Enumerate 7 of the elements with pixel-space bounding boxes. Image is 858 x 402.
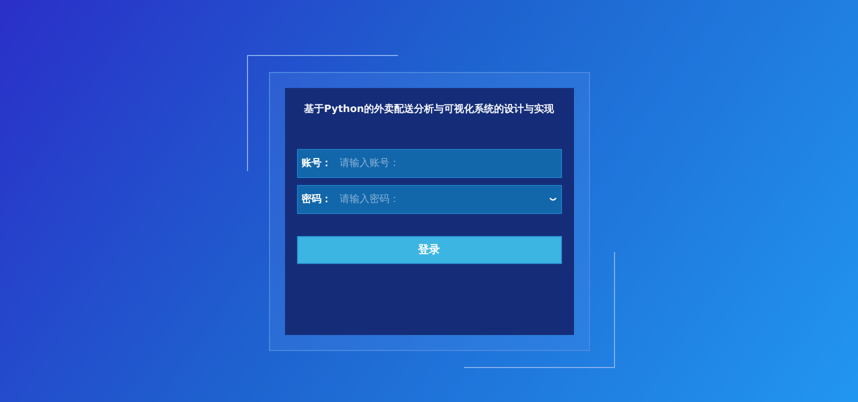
system-title: 基于Python的外卖配送分析与可视化系统的设计与实现 <box>303 102 555 116</box>
form-field[interactable]: 密码： 请输入密码： <box>296 184 562 214</box>
field-label: 账号： <box>302 156 332 170</box>
field-label: 密码： <box>302 192 332 206</box>
input-field[interactable]: 请输入账号： <box>338 156 556 170</box>
input-field[interactable]: 请输入密码： <box>338 192 542 206</box>
form-field[interactable]: 账号： 请输入账号： <box>296 148 562 178</box>
